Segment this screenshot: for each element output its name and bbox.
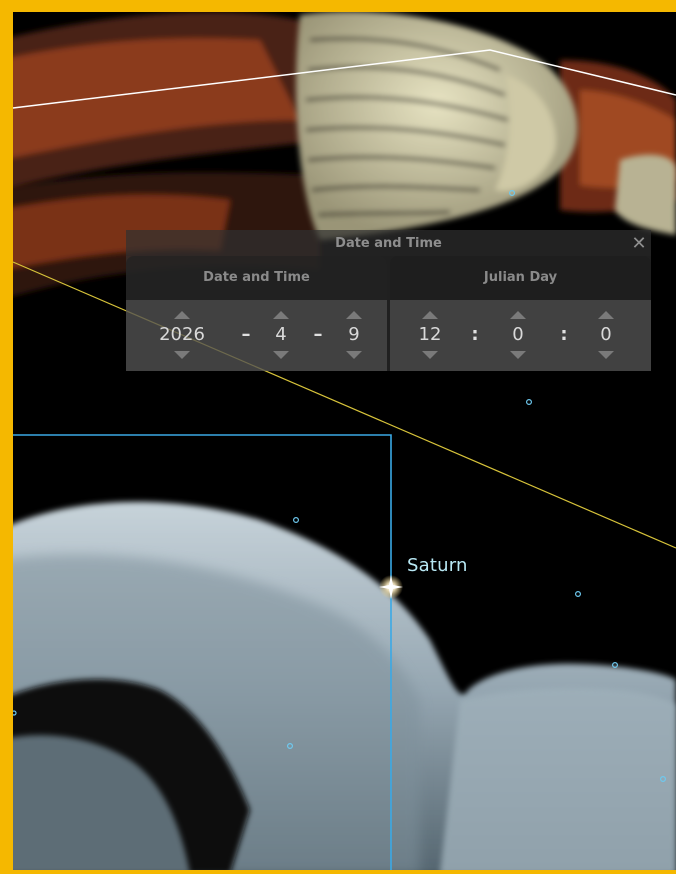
tab-julian-day[interactable]: Julian Day	[390, 256, 651, 300]
star-marker	[574, 590, 581, 597]
day-spinner: 9	[336, 308, 372, 364]
date-time-dialog: Date and Time ✕ Date and Time Julian Day…	[126, 230, 651, 371]
arrow-down-icon[interactable]	[598, 351, 614, 359]
dialog-title: Date and Time	[335, 236, 442, 251]
arrow-up-icon[interactable]	[273, 311, 289, 319]
sky-view[interactable]	[0, 0, 676, 874]
arrow-down-icon[interactable]	[510, 351, 526, 359]
arrow-down-icon[interactable]	[422, 351, 438, 359]
month-value[interactable]: 4	[251, 324, 311, 345]
second-value[interactable]: 0	[576, 324, 636, 345]
arrow-down-icon[interactable]	[174, 351, 190, 359]
month-spinner: 4	[263, 308, 299, 364]
arrow-up-icon[interactable]	[174, 311, 190, 319]
arrow-down-icon[interactable]	[346, 351, 362, 359]
star-marker	[293, 516, 300, 523]
time-separator: :	[560, 324, 568, 345]
tab-date-and-time[interactable]: Date and Time	[126, 256, 387, 300]
hour-value[interactable]: 12	[400, 324, 460, 345]
arrow-up-icon[interactable]	[422, 311, 438, 319]
arrow-up-icon[interactable]	[346, 311, 362, 319]
arrow-up-icon[interactable]	[598, 311, 614, 319]
arrow-down-icon[interactable]	[273, 351, 289, 359]
minute-spinner: 0	[500, 308, 536, 364]
arrow-up-icon[interactable]	[510, 311, 526, 319]
hour-spinner: 12	[412, 308, 448, 364]
second-spinner: 0	[588, 308, 624, 364]
time-separator: :	[471, 324, 479, 345]
window-corner	[438, 0, 676, 12]
year-value[interactable]: 2026	[152, 324, 212, 345]
saturn-label: Saturn	[407, 555, 468, 576]
minute-value[interactable]: 0	[488, 324, 548, 345]
constellation-art-lower	[0, 501, 676, 874]
saturn-marker[interactable]	[379, 575, 403, 599]
year-spinner: 2026	[159, 308, 205, 364]
day-value[interactable]: 9	[324, 324, 384, 345]
star-marker	[525, 399, 532, 406]
close-icon[interactable]: ✕	[631, 233, 647, 254]
